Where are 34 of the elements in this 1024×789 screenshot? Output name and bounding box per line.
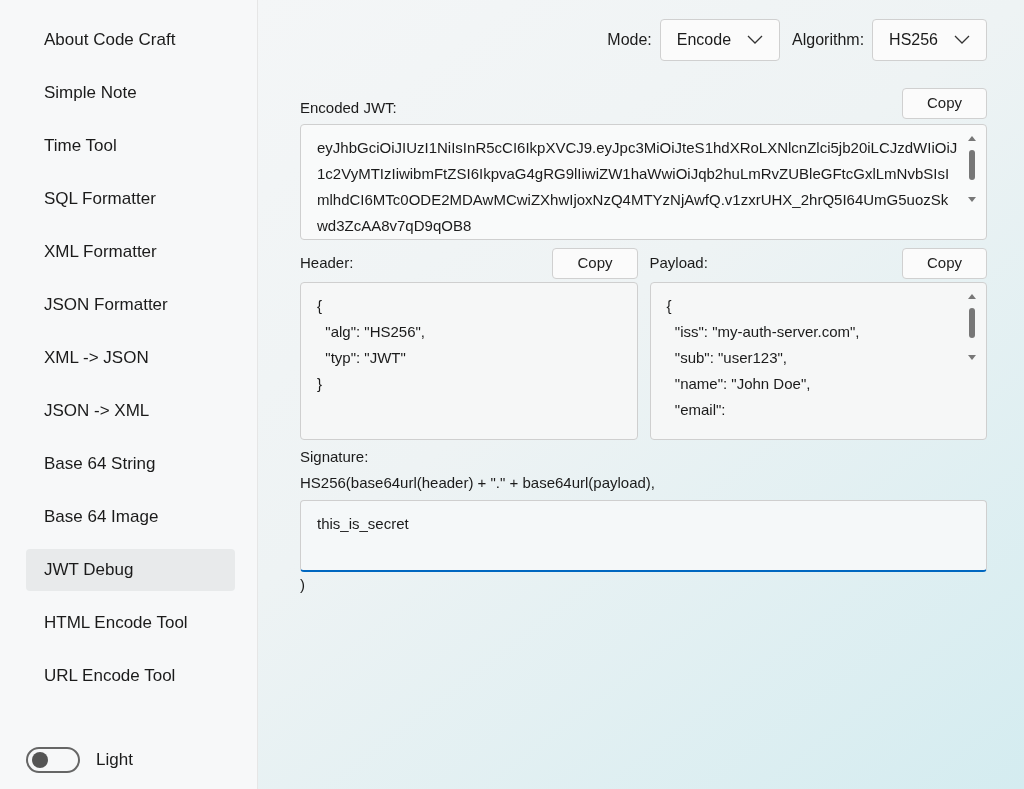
payload-field[interactable]: { "iss": "my-auth-server.com", "sub": "user123", "name": "John Doe", "email":: [649, 282, 987, 440]
payload-label: Payload:: [649, 253, 708, 274]
sidebar-item[interactable]: SQL Formatter: [26, 178, 235, 220]
sidebar-item[interactable]: JSON Formatter: [26, 284, 235, 326]
sidebar-item[interactable]: JSON -> XML: [26, 390, 235, 432]
theme-label: Light: [96, 749, 133, 772]
signature-label: Signature:: [300, 447, 370, 467]
chevron-down-icon: [954, 35, 970, 45]
sidebar-item[interactable]: URL Encode Tool: [26, 655, 235, 697]
mode-label: Mode:: [607, 30, 652, 50]
copy-button[interactable]: Copy: [901, 88, 987, 119]
copy-button[interactable]: Copy: [901, 248, 987, 279]
secret-field[interactable]: this_is_secret: [300, 500, 987, 572]
closing-paren: ): [300, 575, 306, 595]
sidebar-item[interactable]: About Code Craft: [26, 19, 235, 61]
signature-formula: HS256(base64url(header) + "." + base64url(payload),: [300, 472, 657, 493]
sidebar-item[interactable]: XML -> JSON: [26, 337, 235, 379]
sidebar-item[interactable]: HTML Encode Tool: [26, 602, 235, 644]
sidebar-item[interactable]: XML Formatter: [26, 231, 235, 273]
algorithm-dropdown[interactable]: HS256: [872, 19, 987, 61]
encoded-jwt-field[interactable]: eyJhbGciOiJIUzI1NiIsInR5cCI6IkpXVCJ9.eyJpc3MiOiJteS1hdXRoLXNlcnZlci5jb20iLCJzdWIiOiJ1c2VyMTIzIiwibmFtZSI6IkpvaG4gRG9lIiwiZW1haWwiOiJqb2huLmRvZUBleGFtcGxlLmNvbSIsImlhdCI6MTc0ODE2MDAwMCwiZXhwIjoxNzQ4MTYzNjAwfQ.v1zxrUHX_2hrQ5I64UmG5uozSkwd3ZcAA8v7qD9qOB8: [300, 124, 987, 240]
toggle-switch[interactable]: [26, 747, 80, 773]
sidebar-item[interactable]: Simple Note: [26, 72, 235, 114]
header-label: Header:: [300, 253, 354, 274]
sidebar-item[interactable]: JWT Debug: [26, 549, 235, 591]
sidebar-item[interactable]: Base 64 String: [26, 443, 235, 485]
encoded-label: Encoded JWT:: [300, 97, 397, 118]
chevron-down-icon: [747, 35, 764, 45]
mode-dropdown[interactable]: Encode: [659, 19, 781, 61]
sidebar-item[interactable]: Time Tool: [26, 125, 235, 167]
copy-button[interactable]: Copy: [552, 248, 638, 279]
sidebar-item[interactable]: Base 64 Image: [26, 496, 235, 538]
algorithm-label: Algorithm:: [792, 30, 865, 50]
header-field[interactable]: { "alg": "HS256", "typ": "JWT" }: [300, 282, 638, 440]
